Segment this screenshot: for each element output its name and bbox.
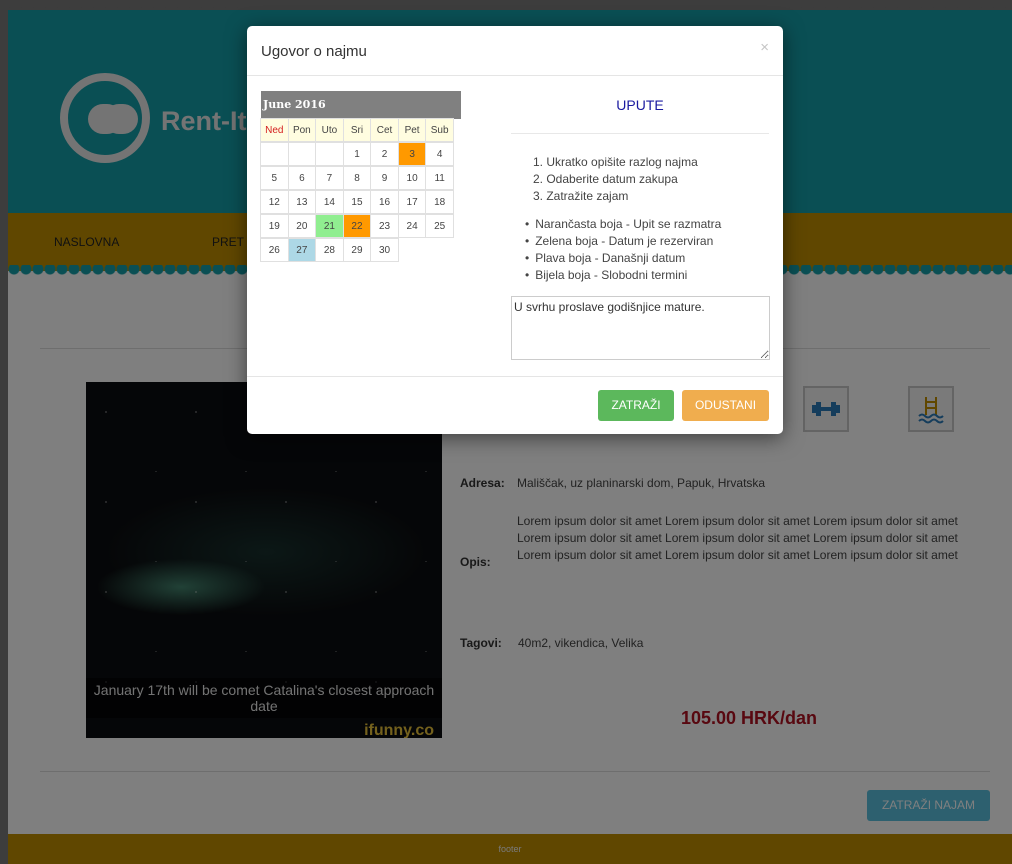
calendar-day[interactable]: 4 <box>425 142 454 166</box>
calendar-day[interactable]: 26 <box>260 238 289 262</box>
calendar-week-row: 26 27 28 29 30 <box>260 238 461 263</box>
calendar-empty-cell <box>315 142 344 166</box>
legend-item: Zelena boja - Datum je rezerviran <box>533 233 721 250</box>
calendar-day[interactable]: 10 <box>397 166 427 190</box>
calendar-day[interactable]: 29 <box>342 238 372 262</box>
calendar-day[interactable]: 2 <box>370 142 399 166</box>
calendar-weekday: Pon <box>287 118 317 142</box>
legend-item: Plava boja - Današnji datum <box>533 250 721 267</box>
calendar-week-row: 5 6 7 8 9 10 11 <box>260 166 461 191</box>
calendar-day[interactable]: 7 <box>315 166 344 190</box>
legend-item: Narančasta boja - Upit se razmatra <box>533 216 721 233</box>
calendar-day[interactable]: 3 <box>397 142 427 166</box>
calendar-month-title: June 2016 <box>261 91 461 119</box>
calendar-grid: Ned Pon Uto Sri Cet Pet Sub 1 2 3 4 5 6 7 8 9 10 11 12 13 14… <box>260 118 461 263</box>
calendar-week-row: 19 20 21 22 23 24 25 <box>260 214 461 239</box>
submit-request-button[interactable]: ZATRAŽI <box>598 390 674 421</box>
modal-header: Ugovor o najmu × <box>247 26 783 76</box>
legend-item: Bijela boja - Slobodni termini <box>533 267 721 284</box>
calendar-day[interactable]: 11 <box>425 166 454 190</box>
rental-reason-textarea[interactable]: U svrhu proslave godišnjice mature. <box>511 296 770 360</box>
calendar-day[interactable]: 8 <box>342 166 372 190</box>
rental-contract-modal: Ugovor o najmu × June 2016 Ned Pon Uto Sri C… <box>247 26 783 434</box>
calendar-day[interactable]: 1 <box>342 142 372 166</box>
calendar-weekday: Cet <box>370 118 399 142</box>
instruction-step: 1. Ukratko opišite razlog najma <box>533 155 698 169</box>
calendar-weekday: Ned <box>260 118 289 142</box>
instructions-divider <box>511 133 769 134</box>
calendar-day[interactable]: 21 <box>315 214 344 238</box>
calendar-day[interactable]: 25 <box>425 214 454 238</box>
calendar-week-row: 1234 <box>260 142 461 167</box>
modal-title: Ugovor o najmu <box>261 43 367 60</box>
calendar-weekday: Pet <box>397 118 427 142</box>
calendar-day[interactable]: 6 <box>287 166 317 190</box>
calendar-empty-cell <box>287 142 317 166</box>
calendar-weekday: Uto <box>315 118 344 142</box>
calendar-day[interactable]: 20 <box>287 214 317 238</box>
calendar-day[interactable]: 23 <box>370 214 399 238</box>
calendar-day[interactable]: 12 <box>260 190 289 214</box>
calendar-day[interactable]: 27 <box>287 238 317 262</box>
calendar-day[interactable]: 28 <box>315 238 344 262</box>
calendar-empty-cell <box>425 238 454 262</box>
calendar-weekday: Sri <box>342 118 372 142</box>
color-legend: Narančasta boja - Upit se razmatraZelena… <box>533 216 721 284</box>
calendar-empty-cell <box>260 142 289 166</box>
calendar-day[interactable]: 14 <box>315 190 344 214</box>
calendar-day[interactable]: 22 <box>342 214 372 238</box>
calendar-day[interactable]: 17 <box>397 190 427 214</box>
calendar-day[interactable]: 18 <box>425 190 454 214</box>
calendar-empty-cell <box>398 238 427 262</box>
calendar-day[interactable]: 5 <box>260 166 289 190</box>
cancel-button[interactable]: ODUSTANI <box>682 390 769 421</box>
calendar-week-row: 12 13 14 15 16 17 18 <box>260 190 461 215</box>
close-icon[interactable]: × <box>760 39 769 56</box>
calendar-weekday: Sub <box>425 118 454 142</box>
calendar-weekday-row: Ned Pon Uto Sri Cet Pet Sub <box>260 118 461 143</box>
calendar-day[interactable]: 16 <box>370 190 399 214</box>
instruction-step: 2. Odaberite datum zakupa <box>533 172 678 186</box>
calendar-day[interactable]: 19 <box>260 214 289 238</box>
instruction-steps: 1. Ukratko opišite razlog najma 2. Odaber… <box>533 154 698 205</box>
instruction-step: 3. Zatražite zajam <box>533 189 629 203</box>
calendar-day[interactable]: 13 <box>287 190 317 214</box>
instructions-title: UPUTE <box>616 97 664 113</box>
calendar-day[interactable]: 15 <box>342 190 372 214</box>
calendar-day[interactable]: 24 <box>397 214 427 238</box>
calendar-day[interactable]: 9 <box>370 166 399 190</box>
calendar-day[interactable]: 30 <box>370 238 399 262</box>
